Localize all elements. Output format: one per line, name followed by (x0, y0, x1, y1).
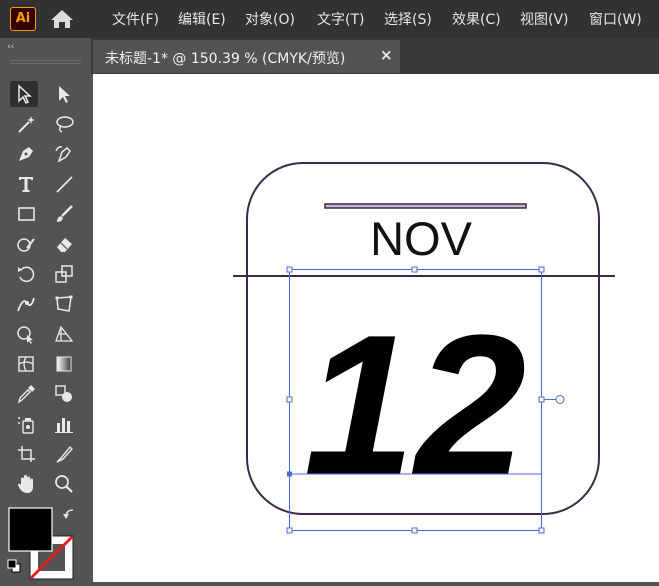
pen-tool-icon[interactable] (12, 141, 40, 167)
collapse-panel-icon[interactable]: ‹‹ (7, 42, 14, 52)
menu-effect[interactable]: 效果(C) (452, 9, 501, 29)
lasso-tool-icon[interactable] (50, 111, 78, 137)
slice-tool-icon[interactable] (50, 441, 78, 467)
zoom-tool-icon[interactable] (50, 471, 78, 497)
resize-handle-top-right[interactable] (538, 266, 545, 273)
menu-object[interactable]: 对象(O) (245, 9, 295, 29)
menu-file[interactable]: 文件(F) (112, 9, 159, 29)
menu-type[interactable]: 文字(T) (317, 9, 364, 29)
rectangle-tool-icon[interactable] (12, 201, 40, 227)
shape-builder-tool-icon[interactable] (12, 321, 40, 347)
eyedropper-tool-icon[interactable] (12, 381, 40, 407)
resize-handle-bottom-right[interactable] (538, 527, 545, 534)
fill-swatch[interactable] (8, 507, 53, 552)
puppet-warp-tool-icon[interactable] (12, 291, 40, 317)
home-icon[interactable] (49, 8, 75, 30)
hand-tool-icon[interactable] (12, 471, 40, 497)
free-transform-tool-icon[interactable] (50, 291, 78, 317)
paintbrush-tool-icon[interactable] (50, 201, 78, 227)
scale-tool-icon[interactable] (50, 261, 78, 287)
artboard-canvas[interactable]: NOV 12 (93, 74, 659, 582)
calendar-binder-bar[interactable] (324, 203, 527, 209)
resize-handle-top-left[interactable] (286, 266, 293, 273)
menu-view[interactable]: 视图(V) (520, 9, 569, 29)
perspective-grid-tool-icon[interactable] (50, 321, 78, 347)
menu-select[interactable]: 选择(S) (384, 9, 432, 29)
artboard-tool-icon[interactable] (12, 441, 40, 467)
month-label[interactable]: NOV (370, 212, 473, 265)
mesh-tool-icon[interactable] (12, 351, 40, 377)
curvature-tool-icon[interactable] (50, 141, 78, 167)
magic-wand-tool-icon[interactable] (12, 111, 40, 137)
close-tab-icon[interactable]: × (380, 46, 393, 64)
menu-edit[interactable]: 编辑(E) (178, 9, 226, 29)
panel-grip[interactable] (10, 60, 81, 64)
artwork-svg: NOV 12 (233, 162, 615, 534)
selection-tool-icon[interactable] (10, 81, 38, 107)
blend-tool-icon[interactable] (50, 381, 78, 407)
document-tab[interactable]: 未标题-1* @ 150.39 % (CMYK/预览) × (93, 40, 400, 73)
resize-handle-left[interactable] (286, 396, 293, 403)
resize-handle-right[interactable] (538, 396, 545, 403)
day-number[interactable]: 12 (304, 294, 526, 517)
symbol-sprayer-tool-icon[interactable] (12, 411, 40, 437)
shaper-tool-icon[interactable] (12, 231, 40, 257)
fill-stroke-swatches (7, 507, 74, 580)
swap-fill-stroke-icon[interactable] (63, 509, 74, 519)
menu-window[interactable]: 窗口(W) (589, 9, 642, 29)
resize-handle-top[interactable] (411, 266, 418, 273)
menu-bar: Ai 文件(F) 编辑(E) 对象(O) 文字(T) 选择(S) 效果(C) 视… (0, 0, 659, 38)
eraser-tool-icon[interactable] (50, 231, 78, 257)
app-logo: Ai (10, 7, 36, 31)
line-segment-tool-icon[interactable] (50, 171, 78, 197)
column-graph-tool-icon[interactable] (50, 411, 78, 437)
corner-widget-handle[interactable] (555, 395, 565, 404)
resize-handle-bottom[interactable] (411, 527, 418, 534)
gradient-tool-icon[interactable] (50, 351, 78, 377)
rotate-tool-icon[interactable] (12, 261, 40, 287)
default-colors-icon[interactable] (7, 559, 21, 573)
resize-handle-bottom-left[interactable] (286, 527, 293, 534)
document-tab-title: 未标题-1* @ 150.39 % (CMYK/预览) (105, 51, 346, 67)
type-tool-icon[interactable] (12, 171, 40, 197)
direct-selection-tool-icon[interactable] (50, 81, 78, 107)
anchor-point[interactable] (287, 471, 292, 477)
